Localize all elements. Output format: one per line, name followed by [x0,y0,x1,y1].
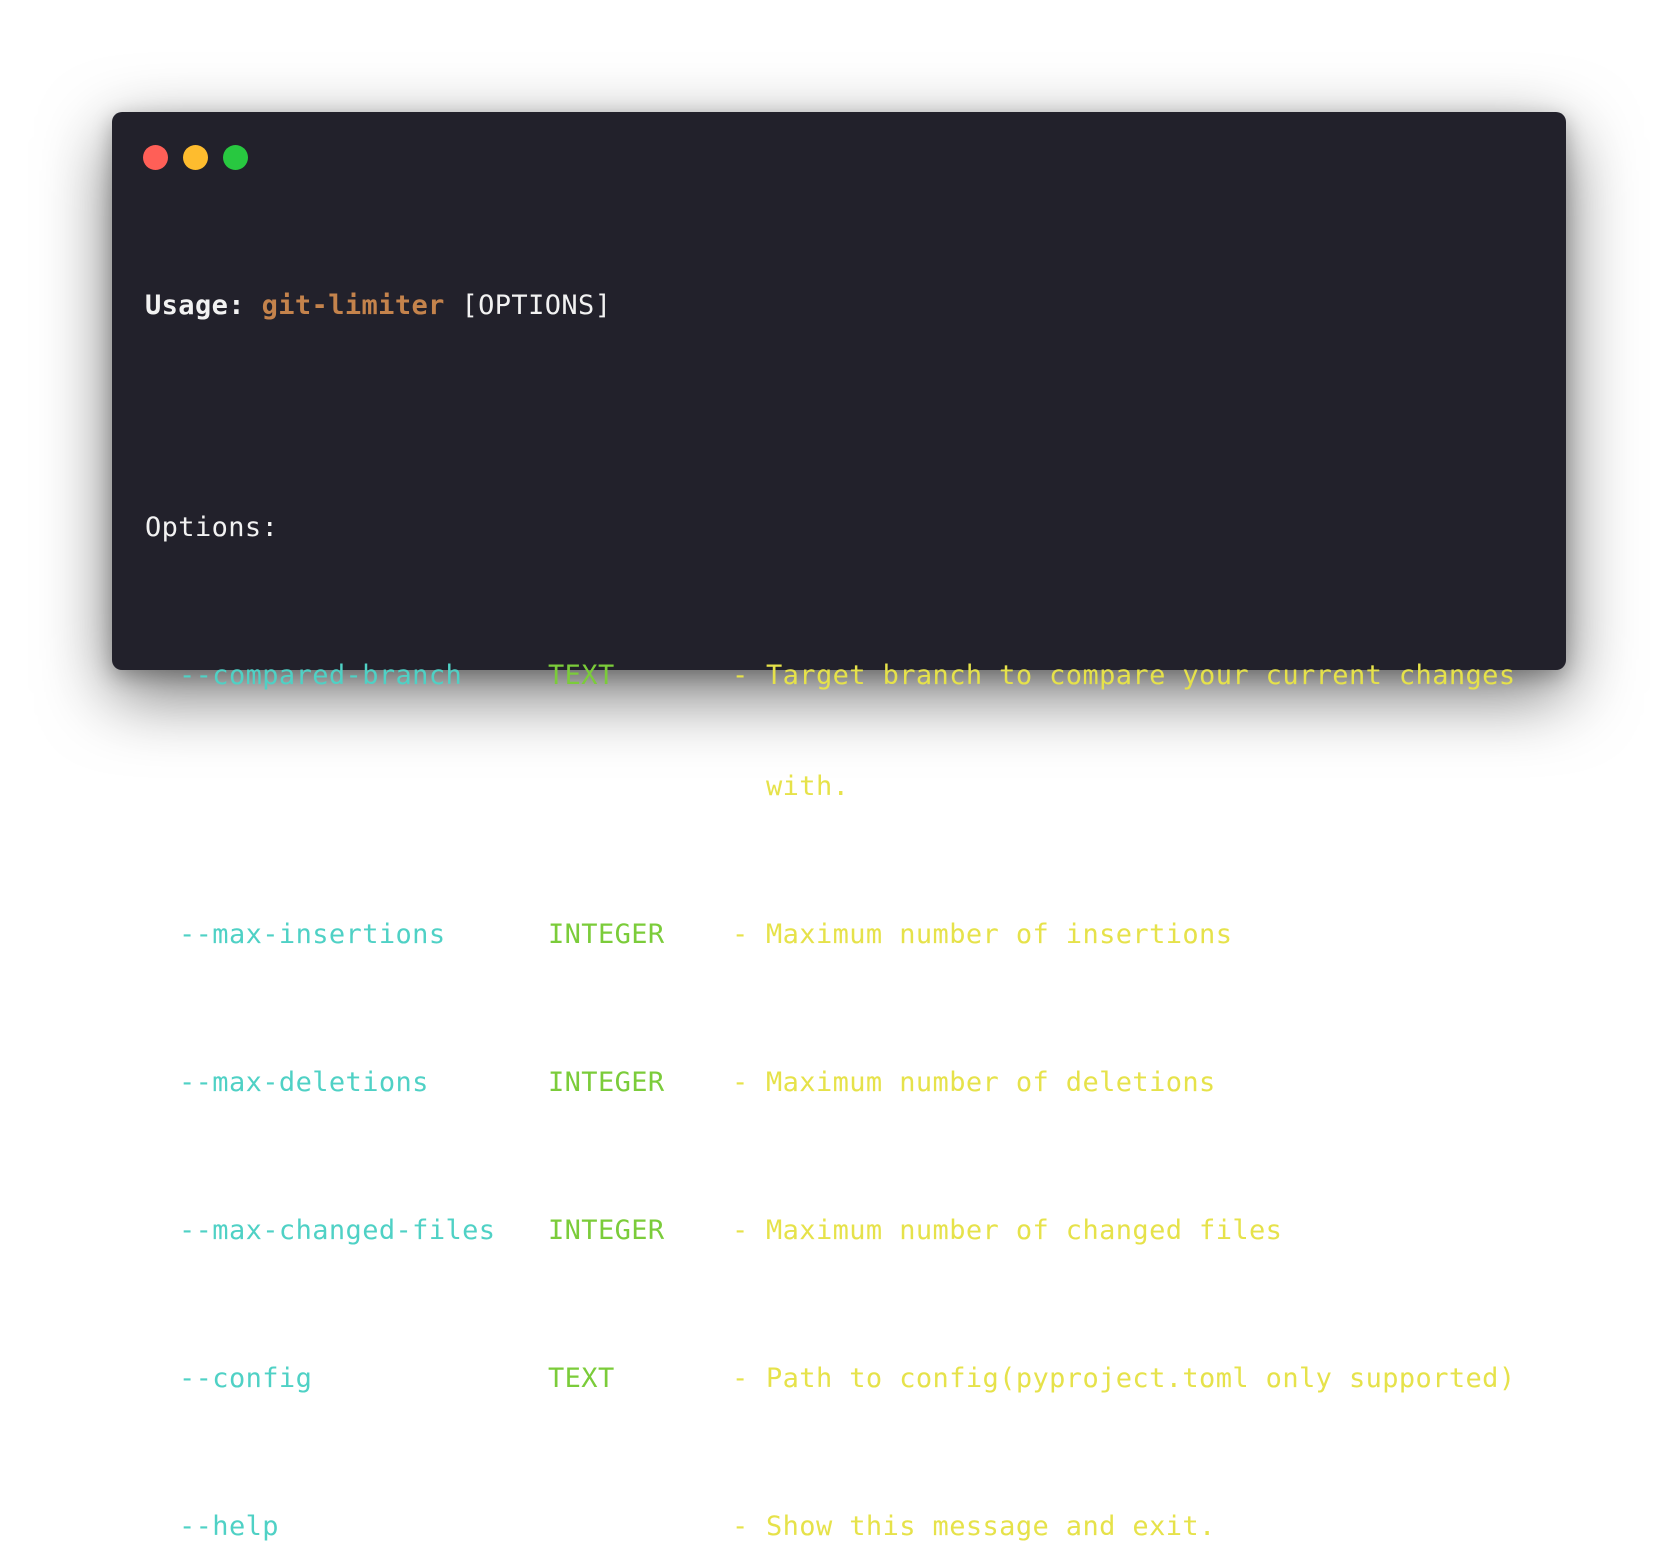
option-description: Maximum number of changed files [766,1215,1283,1246]
option-description: Maximum number of deletions [766,1067,1216,1098]
option-description: Path to config(pyproject.toml only suppo… [766,1363,1516,1394]
usage-args: [OPTIONS] [461,290,612,321]
option-dash: - [732,919,749,950]
option-flag: --max-insertions [179,919,446,950]
option-row: --max-insertions INTEGER - Maximum number o… [145,916,1516,953]
options-header-text: Options: [145,512,279,543]
option-dash: - [732,660,749,691]
option-flag: --compared-branch [179,660,463,691]
option-type: TEXT [548,1363,615,1394]
option-type: INTEGER [548,1215,665,1246]
option-type: INTEGER [548,1067,665,1098]
option-flag: --max-changed-files [179,1215,496,1246]
option-flag: --help [179,1511,279,1542]
usage-line: Usage: git-limiter [OPTIONS] [145,287,1516,324]
option-description: Show this message and exit. [766,1511,1216,1542]
option-row: --max-deletions INTEGER - Maximum number of… [145,1064,1516,1101]
minimize-icon[interactable] [183,145,208,170]
option-description: Maximum number of insertions [766,919,1233,950]
options-header: Options: [145,509,1516,546]
option-row: --help - Show this message and exit. [145,1508,1516,1545]
option-flag: --max-deletions [179,1067,429,1098]
window-controls [143,145,248,170]
option-row: --config TEXT - Path to config(pyproject.to… [145,1360,1516,1397]
option-description-continued: with. [766,771,850,802]
option-flag: --config [179,1363,313,1394]
terminal-window: Usage: git-limiter [OPTIONS] Options: --… [112,112,1566,1542]
option-dash: - [732,1215,749,1246]
close-icon[interactable] [143,145,168,170]
option-type: TEXT [548,660,615,691]
option-description: Target branch to compare your current ch… [766,660,1516,691]
option-dash: - [732,1363,749,1394]
option-dash: - [732,1067,749,1098]
option-dash: - [732,1511,749,1542]
maximize-icon[interactable] [223,145,248,170]
option-type [548,1508,732,1545]
option-row: --compared-branch TEXT - Target branch to c… [145,657,1516,694]
usage-label: Usage: [145,290,245,321]
option-row-continuation: with. [145,768,1516,805]
terminal-output: Usage: git-limiter [OPTIONS] Options: --… [145,213,1516,1564]
option-row: --max-changed-files INTEGER - Maximum numbe… [145,1212,1516,1249]
program-name: git-limiter [261,290,445,321]
option-type: INTEGER [548,919,665,950]
